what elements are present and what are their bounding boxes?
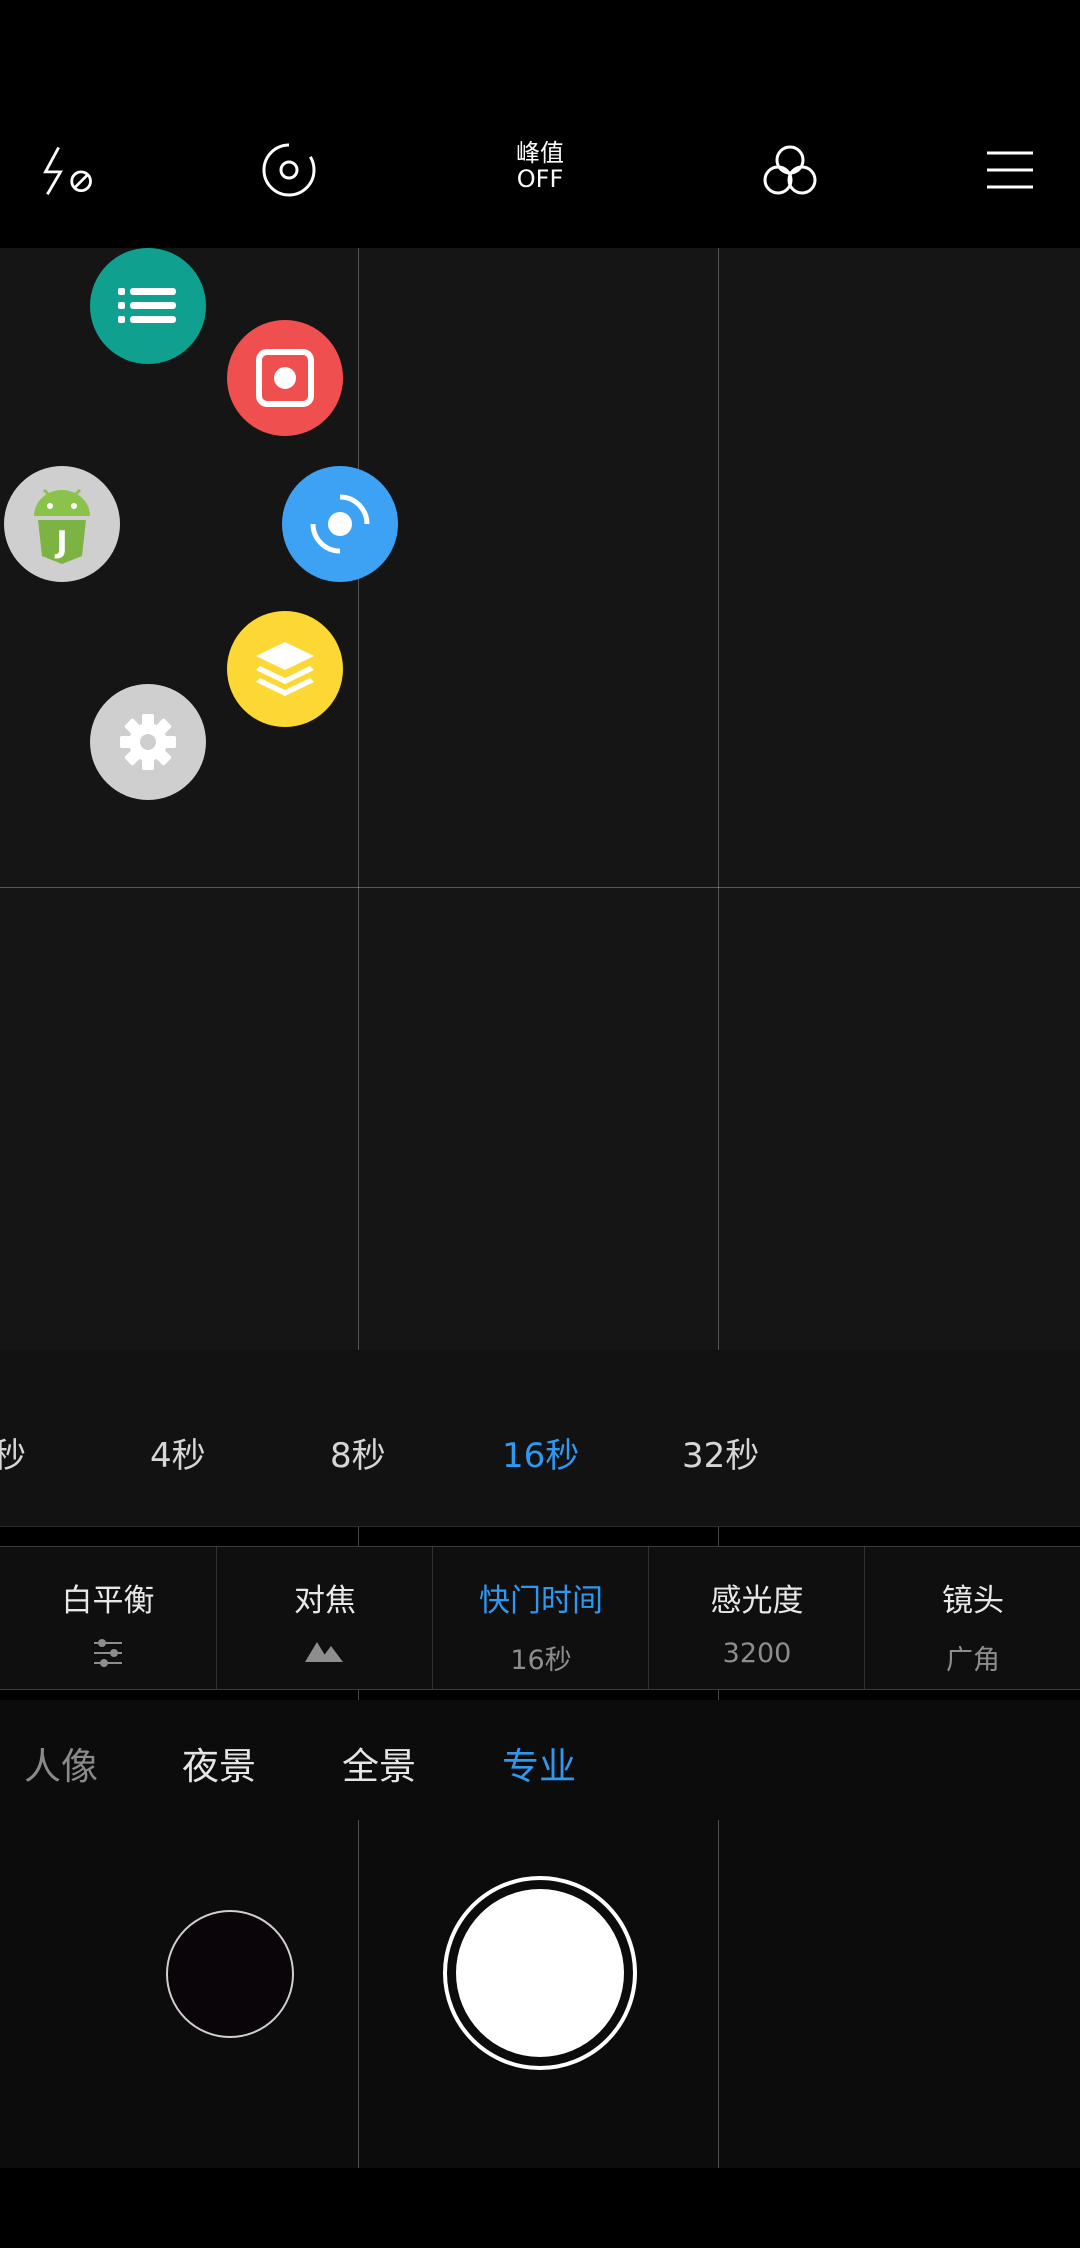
- list-icon[interactable]: [90, 248, 206, 364]
- param-label: 对焦: [294, 1583, 356, 1619]
- shutter-value-option[interactable]: 8秒: [330, 1428, 386, 1477]
- peak-state: OFF: [516, 165, 564, 193]
- grid-line-h: [0, 887, 1080, 888]
- param-label: 感光度: [710, 1583, 804, 1619]
- param-label: 白平衡: [61, 1583, 155, 1619]
- android-j-icon[interactable]: J: [4, 466, 120, 582]
- viewfinder[interactable]: [0, 248, 1080, 1350]
- param-label: 镜头: [942, 1583, 1004, 1619]
- param-value: 16秒: [510, 1645, 572, 1676]
- shutter-button-inner[interactable]: [456, 1889, 624, 2057]
- mountain-icon: [217, 1638, 433, 1670]
- menu-icon[interactable]: [980, 140, 1040, 200]
- shutter-value-selected[interactable]: 16秒: [502, 1428, 579, 1477]
- mode-portrait[interactable]: 人像: [24, 1736, 98, 1790]
- param-value: 3200: [722, 1638, 792, 1669]
- param-shutter-time[interactable]: 快门时间 16秒: [432, 1547, 649, 1689]
- param-lens[interactable]: 镜头 广角: [864, 1547, 1080, 1689]
- grid-line-v2-lower: [718, 1820, 719, 2168]
- param-iso[interactable]: 感光度 3200: [648, 1547, 865, 1689]
- mode-panorama[interactable]: 全景: [342, 1736, 416, 1790]
- settings-icon[interactable]: [90, 684, 206, 800]
- svg-text:J: J: [54, 525, 67, 560]
- shutter-value-option[interactable]: 32秒: [682, 1428, 759, 1477]
- param-focus[interactable]: 对焦: [216, 1547, 433, 1689]
- layers-icon[interactable]: [227, 611, 343, 727]
- grid-line-v1-lower: [358, 1820, 359, 2168]
- top-bar: 峰值 OFF: [0, 0, 1080, 248]
- record-icon[interactable]: [227, 320, 343, 436]
- gallery-thumbnail[interactable]: [166, 1910, 294, 2038]
- param-white-balance[interactable]: 白平衡: [0, 1547, 216, 1689]
- focus-peaking-toggle[interactable]: 峰值 OFF: [504, 140, 576, 192]
- param-label: 快门时间: [479, 1583, 603, 1619]
- mode-night[interactable]: 夜景: [182, 1736, 256, 1790]
- shutter-value-option[interactable]: 秒: [0, 1428, 26, 1477]
- flash-off-icon[interactable]: [38, 140, 98, 200]
- peak-label: 峰值: [516, 139, 564, 167]
- strip-divider: [0, 1526, 1080, 1527]
- mode-pro[interactable]: 专业: [502, 1736, 576, 1790]
- shutter-value-option[interactable]: 4秒: [150, 1428, 206, 1477]
- pro-param-bar: 白平衡 对焦 快门时间 16秒 感光度 3200 镜头 广角: [0, 1546, 1080, 1690]
- camera-lens-icon[interactable]: [282, 466, 398, 582]
- live-focus-icon[interactable]: [259, 140, 319, 200]
- sliders-icon: [0, 1638, 216, 1670]
- filters-icon[interactable]: [760, 140, 820, 200]
- param-value: 广角: [946, 1645, 1000, 1676]
- system-nav-bar: [0, 2168, 1080, 2248]
